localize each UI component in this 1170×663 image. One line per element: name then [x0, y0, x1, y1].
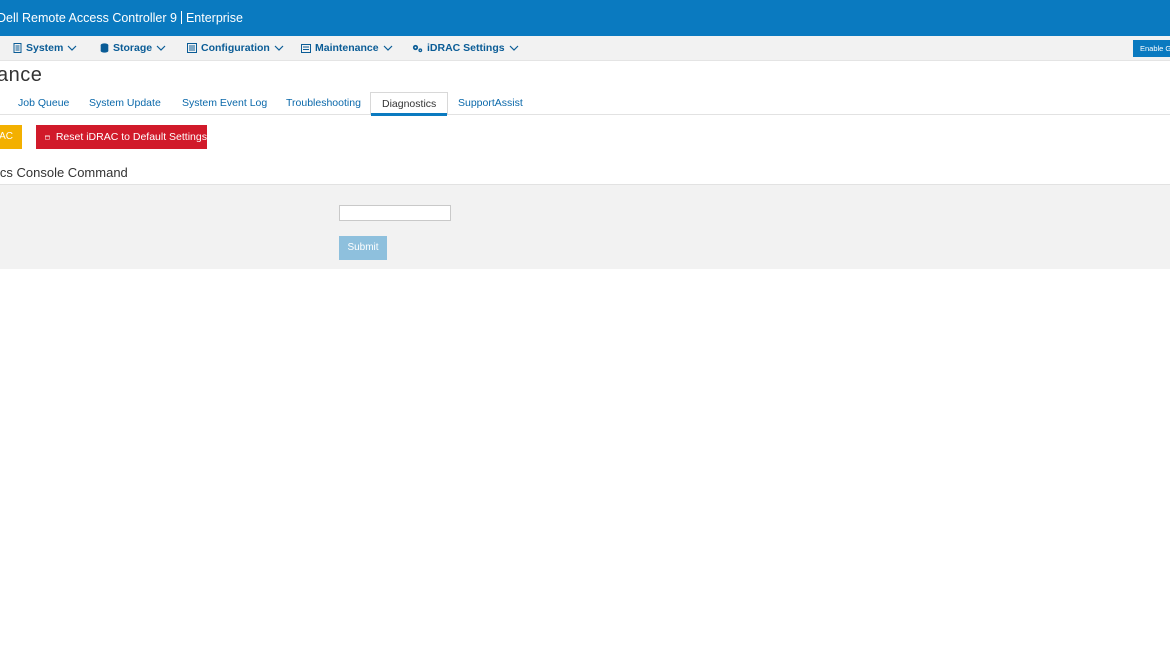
chevron-down-icon — [156, 45, 166, 51]
console-command-panel — [0, 184, 1170, 269]
reset-idrac-default-button[interactable]: Reset iDRAC to Default Settings — [36, 125, 207, 149]
chevron-down-icon — [274, 45, 284, 51]
menu-system-label: System — [26, 42, 64, 54]
section-title: ics Console Command — [0, 165, 128, 180]
chevron-down-icon — [67, 45, 77, 51]
page-title: ance — [0, 64, 43, 86]
database-icon — [100, 43, 109, 53]
top-header: Dell Remote Access Controller 9 Enterpris… — [0, 0, 1170, 36]
menu-storage[interactable]: Storage — [100, 42, 166, 54]
server-icon — [13, 43, 22, 53]
tab-supportassist[interactable]: SupportAssist — [458, 97, 523, 109]
command-input[interactable] — [339, 205, 451, 221]
app-title: Dell Remote Access Controller 9 Enterpris… — [0, 11, 243, 25]
tab-troubleshooting[interactable]: Troubleshooting — [286, 97, 361, 109]
window-icon — [45, 135, 50, 139]
tab-job-queue[interactable]: Job Queue — [18, 97, 69, 109]
menu-configuration-label: Configuration — [201, 42, 270, 54]
enable-group-manager-button[interactable]: Enable G — [1133, 40, 1170, 57]
config-icon — [187, 43, 197, 53]
menu-idrac-settings[interactable]: iDRAC Settings — [412, 42, 519, 54]
gears-icon — [412, 44, 423, 52]
submit-button[interactable]: Submit — [339, 236, 387, 260]
tab-diagnostics[interactable]: Diagnostics — [370, 92, 449, 116]
main-menu-bar: System Storage Configuration Maintenance… — [0, 36, 1170, 61]
reboot-idrac-button[interactable]: AC — [0, 125, 22, 149]
menu-maintenance[interactable]: Maintenance — [301, 42, 393, 54]
tab-system-event-log[interactable]: System Event Log — [182, 97, 267, 109]
reset-button-label: Reset iDRAC to Default Settings — [55, 131, 207, 143]
maintenance-tabs: Job Queue System Update System Event Log… — [0, 92, 1170, 116]
title-separator — [180, 11, 182, 24]
tab-system-update[interactable]: System Update — [89, 97, 161, 109]
list-icon — [301, 43, 311, 53]
app-edition: Enterprise — [185, 11, 243, 25]
menu-configuration[interactable]: Configuration — [187, 42, 284, 54]
menu-system[interactable]: System — [13, 42, 77, 54]
chevron-down-icon — [509, 45, 519, 51]
menu-maintenance-label: Maintenance — [315, 42, 379, 54]
menu-idrac-settings-label: iDRAC Settings — [427, 42, 505, 54]
chevron-down-icon — [383, 45, 393, 51]
app-name: Dell Remote Access Controller 9 — [0, 11, 177, 25]
menu-storage-label: Storage — [113, 42, 153, 54]
